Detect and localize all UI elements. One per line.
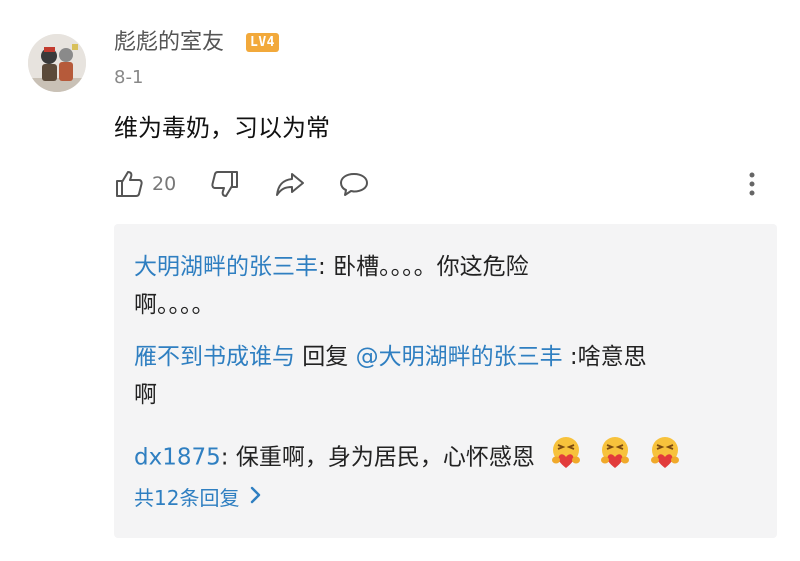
more-icon [746, 169, 758, 199]
reply-author[interactable]: 大明湖畔的张三丰 [134, 254, 318, 280]
reply-separator: : [318, 254, 334, 280]
reply-mention[interactable]: @大明湖畔的张三丰 [356, 344, 563, 370]
share-button[interactable] [274, 164, 306, 204]
dislike-icon [210, 169, 240, 199]
username[interactable]: 彪彪的室友 [114, 27, 224, 59]
reply-item: dx1875: 保重啊，身为居民，心怀感恩 [134, 434, 734, 482]
like-count: 20 [152, 173, 177, 195]
reply-text: 啊。。。。 [134, 292, 215, 318]
hug-emoji-icon [647, 434, 683, 482]
reply-item: 大明湖畔的张三丰: 卧槽。。。。你这危险 啊。。。。 [134, 248, 734, 324]
reply-item: 雁不到书成谁与 回复 @大明湖畔的张三丰 :啥意思 啊 [134, 338, 734, 414]
timestamp: 8-1 [114, 67, 144, 88]
share-icon [274, 169, 306, 199]
avatar[interactable] [28, 34, 86, 92]
reply-button[interactable] [338, 164, 370, 204]
reply-author[interactable]: 雁不到书成谁与 [134, 344, 295, 370]
dislike-button[interactable] [210, 164, 240, 204]
reply-word: 回复 [295, 344, 356, 370]
reply-text: 啊 [134, 382, 157, 408]
view-more-replies-button[interactable]: 共12条回复 [134, 482, 263, 514]
level-badge: LV4 [246, 33, 279, 52]
reply-author[interactable]: dx1875 [134, 445, 221, 471]
hug-emoji-icon [597, 434, 633, 482]
replies-panel: 大明湖畔的张三丰: 卧槽。。。。你这危险 啊。。。。 雁不到书成谁与 回复 @大… [114, 224, 777, 538]
more-replies-label: 共12条回复 [134, 486, 240, 510]
comment-text: 维为毒奶，习以为常 [114, 114, 330, 142]
comment-actions: 20 [114, 164, 774, 204]
reply-text: 保重啊，身为居民，心怀感恩 [235, 444, 535, 471]
like-icon [114, 169, 144, 199]
reply-icon [338, 169, 370, 199]
chevron-right-icon [239, 482, 263, 514]
reply-text: 卧槽。。。。你这危险 [333, 254, 529, 280]
more-button[interactable] [746, 164, 758, 204]
like-button[interactable]: 20 [114, 164, 176, 204]
reply-text: :啥意思 [562, 344, 647, 370]
hug-emoji-icon [548, 434, 584, 482]
reply-separator: : [220, 444, 236, 471]
